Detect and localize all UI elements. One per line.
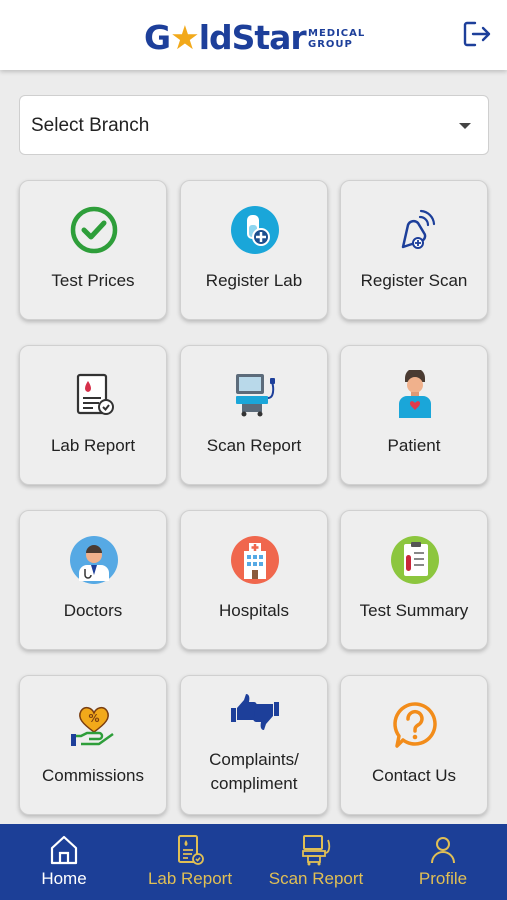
tile-label: Doctors: [63, 601, 123, 620]
home-icon: [50, 835, 78, 865]
tile-commissions[interactable]: % Commissions: [19, 675, 167, 815]
check-circle-icon: [70, 206, 118, 254]
nav-label: Lab Report: [147, 869, 233, 888]
ultrasound-machine-icon: [236, 374, 275, 417]
logo-subtitle: MEDICAL GROUP: [308, 28, 366, 50]
nav-label: Scan Report: [268, 869, 364, 888]
lab-report-icon: [178, 835, 204, 865]
nav-profile[interactable]: Profile: [380, 824, 506, 900]
tile-label: Commissions: [41, 766, 145, 785]
scan-machine-icon: [302, 835, 331, 866]
tile-doctors[interactable]: Doctors: [19, 510, 167, 650]
tile-label: Contact Us: [371, 766, 457, 785]
tile-patient[interactable]: Patient: [340, 345, 488, 485]
tile-label: Register Lab: [205, 271, 303, 290]
commission-hand-heart-icon: %: [71, 706, 114, 746]
app-header: G★ldStar MEDICAL GROUP: [0, 0, 507, 70]
tile-label: Lab Report: [50, 436, 136, 455]
tile-complaints[interactable]: Complaints/ compliment: [180, 675, 328, 815]
tile-label-line1: Complaints/: [209, 750, 299, 769]
logo-wordmark: G★ldStar: [144, 18, 307, 57]
bottom-nav: Home Lab Report Scan Report Profile: [0, 824, 507, 900]
lab-flask-plus-icon: [231, 206, 279, 254]
tile-label: Test Summary: [359, 601, 469, 620]
nav-label: Profile: [418, 869, 468, 888]
tile-register-lab[interactable]: Register Lab: [180, 180, 328, 320]
question-bubble-icon: [393, 702, 437, 748]
tile-test-summary[interactable]: Test Summary: [340, 510, 488, 650]
caret-down-icon: [459, 123, 471, 129]
nav-label: Home: [41, 869, 87, 888]
lab-report-icon: [76, 373, 114, 415]
tile-label: Patient: [387, 436, 441, 455]
doctor-icon: [70, 536, 118, 584]
tile-contact-us[interactable]: Contact Us: [340, 675, 488, 815]
tile-lab-report[interactable]: Lab Report: [19, 345, 167, 485]
test-summary-icon: [391, 536, 439, 584]
tile-label-multiline: Complaints/ compliment: [181, 748, 327, 796]
logout-icon[interactable]: [462, 19, 492, 49]
tile-test-prices[interactable]: Test Prices: [19, 180, 167, 320]
nav-home[interactable]: Home: [1, 824, 127, 900]
nav-lab-report[interactable]: Lab Report: [127, 824, 253, 900]
scan-probe-icon: [401, 209, 436, 249]
tile-label: Test Prices: [51, 271, 135, 290]
goldstar-logo: G★ldStar MEDICAL GROUP: [144, 10, 366, 60]
tile-label: Hospitals: [219, 601, 289, 620]
branch-select[interactable]: Select Branch: [19, 95, 489, 155]
tile-label-line2: compliment: [210, 774, 298, 793]
branch-select-value: Select Branch: [31, 115, 150, 136]
user-icon: [431, 837, 455, 864]
patient-icon: [399, 370, 431, 418]
nav-scan-report[interactable]: Scan Report: [253, 824, 379, 900]
tile-scan-report[interactable]: Scan Report: [180, 345, 328, 485]
tile-hospitals[interactable]: Hospitals: [180, 510, 328, 650]
hospital-icon: [231, 536, 279, 584]
tile-register-scan[interactable]: Register Scan: [340, 180, 488, 320]
svg-text:%: %: [88, 712, 99, 725]
tile-label: Register Scan: [360, 271, 468, 290]
thumbs-up-down-icon: [231, 694, 279, 730]
tile-label: Scan Report: [206, 436, 302, 455]
